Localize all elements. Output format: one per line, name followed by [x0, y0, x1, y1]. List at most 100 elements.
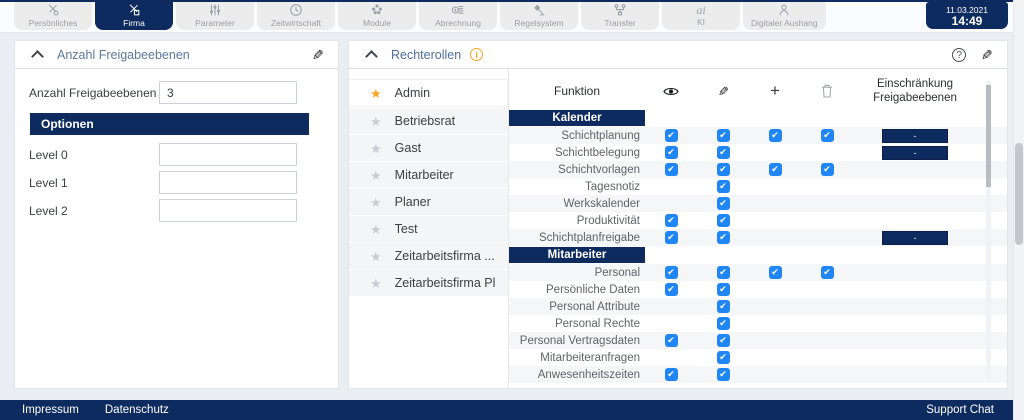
edit-checkbox-cell: ✔	[697, 214, 749, 227]
edit-checkbox[interactable]: ✔	[717, 231, 730, 244]
edit-checkbox[interactable]: ✔	[717, 163, 730, 176]
modules-dots-icon	[370, 4, 384, 17]
level-label: Level 1	[29, 176, 159, 190]
page-scrollbar-thumb[interactable]	[1015, 143, 1023, 245]
panel-rechterollen: Rechterollen i ? ✎ ★Admin★Betriebsrat★Ga…	[348, 40, 1008, 389]
nav-digitaler-aushang[interactable]: Digitaler Aushang	[743, 2, 826, 30]
impressum-link[interactable]: Impressum	[22, 404, 79, 416]
add-checkbox[interactable]: ✔	[769, 163, 782, 176]
nav-abrechnung[interactable]: Abrechnung	[419, 2, 497, 30]
view-checkbox[interactable]: ✔	[665, 283, 678, 296]
edit-checkbox[interactable]: ✔	[717, 146, 730, 159]
role-item[interactable]: ★Zeitarbeitsfirma ...	[349, 243, 508, 269]
nav-label: Module	[363, 18, 391, 28]
restriction-level-button[interactable]: -	[882, 146, 948, 160]
nav-zeitwirtschaft[interactable]: Zeitwirtschaft	[257, 2, 335, 30]
nav-ki[interactable]: ai KI	[662, 2, 740, 30]
nav-transfer[interactable]: Transfer	[581, 2, 659, 30]
view-checkbox[interactable]: ✔	[665, 334, 678, 347]
table-scrollbar-thumb[interactable]	[986, 85, 991, 187]
anzahl-freigabeebenen-input[interactable]	[159, 81, 297, 104]
role-item[interactable]: ★Zeitarbeitsfirma Pl	[349, 270, 508, 296]
level-2-input[interactable]	[159, 199, 297, 222]
table-row: Personal ✔ ✔ ✔ ✔	[509, 264, 1007, 281]
function-label: Tagesnotiz	[509, 181, 645, 193]
restriction-cell: -	[853, 129, 977, 143]
table-row: Personal Attribute✔	[509, 298, 1007, 315]
function-label: Werkskalender	[509, 198, 645, 210]
view-checkbox[interactable]: ✔	[665, 231, 678, 244]
edit-checkbox[interactable]: ✔	[717, 180, 730, 193]
star-icon: ★	[370, 142, 382, 155]
info-icon[interactable]: i	[470, 48, 483, 61]
function-label: Personal Vertragsdaten	[509, 335, 645, 347]
panel-anzahl-freigabeebenen: Anzahl Freigabeebenen ✎ Anzahl Freigabee…	[14, 40, 339, 389]
restriction-level-button[interactable]: -	[882, 231, 948, 245]
nav-module[interactable]: Module	[338, 2, 416, 30]
role-label: Gast	[395, 141, 421, 155]
role-label: Test	[395, 222, 418, 236]
plus-icon: +	[770, 83, 780, 99]
role-label: Zeitarbeitsfirma Pl	[395, 276, 496, 290]
edit-checkbox[interactable]: ✔	[717, 266, 730, 279]
role-item[interactable]: ★ Admin	[349, 79, 508, 107]
nav-label: Parameter	[195, 18, 235, 28]
view-checkbox[interactable]: ✔	[665, 129, 678, 142]
level-1-input[interactable]	[159, 171, 297, 194]
support-chat-link[interactable]: Support Chat	[926, 404, 994, 416]
edit-checkbox[interactable]: ✔	[717, 351, 730, 364]
nav-persoenliches[interactable]: Persönliches	[14, 2, 92, 30]
help-icon[interactable]: ?	[952, 48, 966, 62]
edit-pencil-icon[interactable]: ✎	[312, 48, 324, 62]
pencil-icon: ✎	[718, 85, 729, 98]
table-row: Schichtplanfreigabe✔✔-	[509, 229, 1007, 246]
view-checkbox[interactable]: ✔	[665, 163, 678, 176]
level-0-input[interactable]	[159, 143, 297, 166]
function-label: Personal	[509, 267, 645, 279]
table-row: Schichtbelegung✔✔-	[509, 144, 1007, 161]
view-checkbox[interactable]: ✔	[665, 266, 678, 279]
edit-checkbox[interactable]: ✔	[717, 368, 730, 381]
delete-checkbox[interactable]: ✔	[821, 266, 834, 279]
edit-checkbox[interactable]: ✔	[717, 334, 730, 347]
nav-label: Abrechnung	[435, 18, 481, 28]
edit-checkbox[interactable]: ✔	[717, 283, 730, 296]
section-header: Mitarbeiter	[509, 247, 645, 263]
delete-checkbox[interactable]: ✔	[821, 129, 834, 142]
view-checkbox[interactable]: ✔	[665, 146, 678, 159]
star-icon: ★	[370, 87, 382, 100]
edit-pencil-icon[interactable]: ✎	[981, 48, 993, 62]
nav-parameter[interactable]: Parameter	[176, 2, 254, 30]
edit-checkbox[interactable]: ✔	[717, 317, 730, 330]
edit-checkbox[interactable]: ✔	[717, 129, 730, 142]
role-item[interactable]: ★Test	[349, 216, 508, 242]
view-checkbox[interactable]: ✔	[665, 368, 678, 381]
role-label: Admin	[395, 86, 430, 100]
main-navigation: Persönliches Firma Parameter Zeitwirtsch…	[14, 2, 826, 30]
nav-firma[interactable]: Firma	[95, 2, 173, 30]
view-checkbox-cell: ✔	[645, 266, 697, 279]
role-item[interactable]: ★Betriebsrat	[349, 108, 508, 134]
panel-header: Anzahl Freigabeebenen ✎	[15, 41, 338, 69]
star-icon: ★	[370, 115, 382, 128]
edit-checkbox-cell: ✔	[697, 129, 749, 142]
role-item[interactable]: ★Planer	[349, 189, 508, 215]
restriction-level-button[interactable]: -	[882, 129, 948, 143]
table-row: Anwesenheitszeiten✔✔	[509, 366, 1007, 383]
add-checkbox[interactable]: ✔	[769, 129, 782, 142]
view-checkbox[interactable]: ✔	[665, 214, 678, 227]
edit-checkbox[interactable]: ✔	[717, 300, 730, 313]
datenschutz-link[interactable]: Datenschutz	[105, 404, 169, 416]
nav-label: Persönliches	[29, 18, 78, 28]
role-item[interactable]: ★ Gast	[349, 135, 508, 161]
add-checkbox[interactable]: ✔	[769, 266, 782, 279]
edit-checkbox[interactable]: ✔	[717, 214, 730, 227]
delete-checkbox[interactable]: ✔	[821, 163, 834, 176]
role-item[interactable]: ★Mitarbeiter	[349, 162, 508, 188]
table-row: Personal Vertragsdaten ✔ ✔	[509, 332, 1007, 349]
delete-checkbox-cell: ✔	[801, 163, 853, 176]
edit-checkbox[interactable]: ✔	[717, 197, 730, 210]
collapse-chevron-icon[interactable]	[365, 50, 378, 63]
collapse-chevron-icon[interactable]	[31, 50, 44, 63]
nav-regelsystem[interactable]: Regelsystem	[500, 2, 578, 30]
